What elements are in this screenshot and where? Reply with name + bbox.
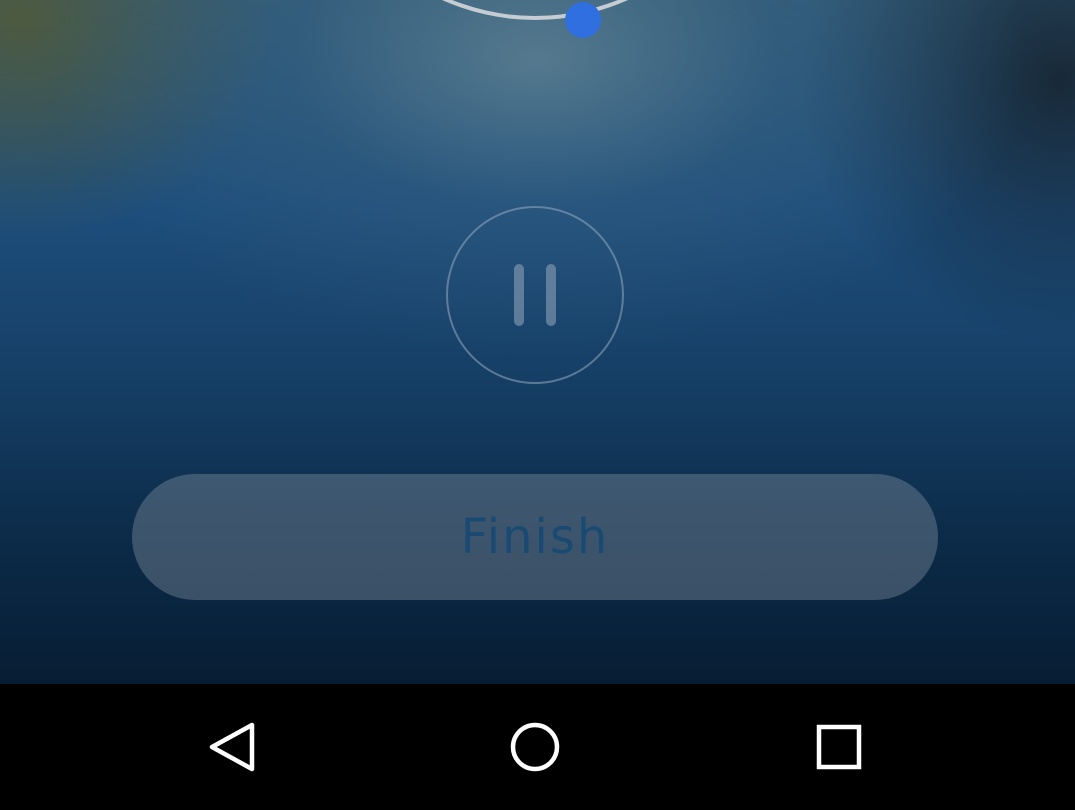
pause-button[interactable] [446, 206, 624, 384]
progress-knob[interactable] [565, 2, 601, 38]
home-button[interactable] [475, 684, 595, 810]
recents-button[interactable] [779, 684, 899, 810]
workout-screen: Finish [0, 0, 1075, 684]
pause-icon-bar-left [514, 264, 524, 326]
back-triangle-icon [209, 722, 255, 772]
system-navigation-bar [0, 684, 1075, 810]
finish-label: Finish [460, 509, 610, 565]
back-button[interactable] [172, 684, 292, 810]
recents-square-icon [816, 724, 862, 770]
home-circle-icon [510, 722, 560, 772]
pause-icon-bar-right [546, 264, 556, 326]
progress-ring [280, 0, 790, 20]
finish-button[interactable]: Finish [132, 474, 938, 600]
